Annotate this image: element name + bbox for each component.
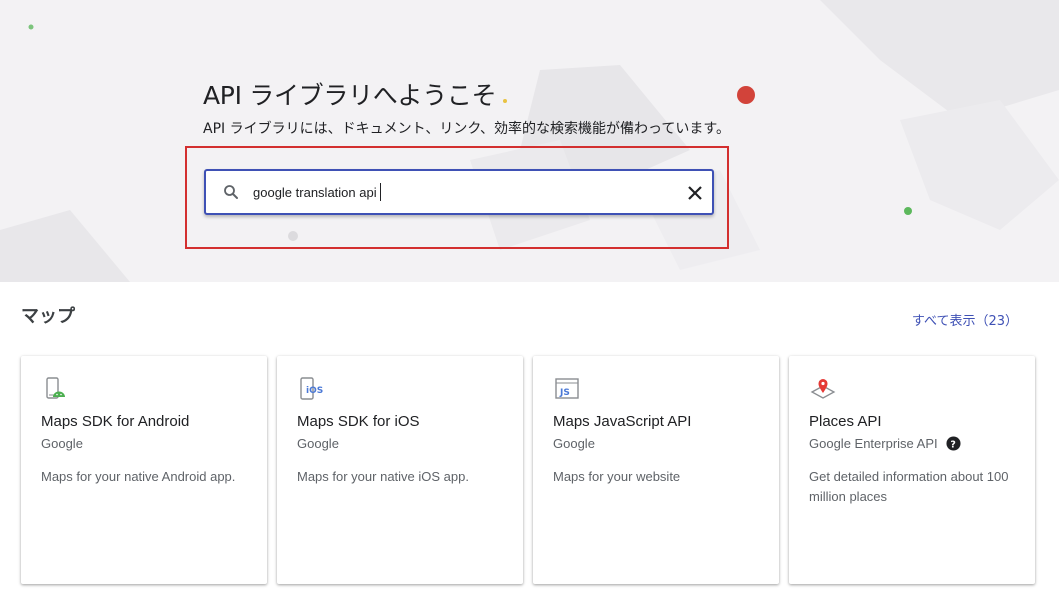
- android-map-icon: [46, 377, 65, 399]
- page-title: API ライブラリへようこそ: [203, 81, 497, 110]
- text-caret: [380, 183, 381, 201]
- card-vendor-label: Google Enterprise API: [809, 436, 938, 451]
- card-vendor-label: Google: [41, 436, 83, 451]
- api-card[interactable]: JS Maps JavaScript API Google Maps for y…: [533, 356, 779, 584]
- card-vendor: Google: [553, 436, 595, 451]
- close-icon[interactable]: [687, 185, 703, 201]
- svg-text:iOS: iOS: [306, 386, 323, 396]
- javascript-icon: JS: [555, 378, 579, 399]
- section-title: マップ: [21, 306, 75, 327]
- card-description: Maps for your website: [553, 469, 681, 484]
- card-description: Get detailed information about 100 milli…: [809, 469, 1009, 504]
- card-title: Maps SDK for iOS: [297, 413, 420, 430]
- map-pin-icon: [810, 379, 836, 399]
- card-vendor: Google: [297, 436, 339, 451]
- svg-text:JS: JS: [559, 388, 570, 398]
- card-title: Maps SDK for Android: [41, 413, 190, 430]
- api-card[interactable]: Maps SDK for Android Google Maps for you…: [21, 356, 267, 584]
- api-card[interactable]: Places API Google Enterprise API ? Get d…: [789, 356, 1035, 584]
- card-description: Maps for your native Android app.: [41, 469, 236, 484]
- svg-text:?: ?: [950, 439, 955, 450]
- ios-icon: iOS: [300, 377, 323, 400]
- card-title: Maps JavaScript API: [553, 413, 692, 430]
- search-box[interactable]: [204, 169, 714, 215]
- card-description: Maps for your native iOS app.: [297, 469, 469, 484]
- card-vendor-label: Google: [553, 436, 595, 451]
- card-vendor: Google: [41, 436, 83, 451]
- card-vendor: Google Enterprise API ?: [809, 436, 961, 451]
- search-icon: [224, 185, 238, 199]
- page-subtitle: API ライブラリには、ドキュメント、リンク、効率的な検索機能が備わっています。: [203, 121, 730, 137]
- api-card[interactable]: iOS Maps SDK for iOS Google Maps for you…: [277, 356, 523, 584]
- card-vendor-label: Google: [297, 436, 339, 451]
- show-all-link[interactable]: すべて表示（23）: [912, 310, 1018, 329]
- help-icon[interactable]: ?: [946, 436, 961, 451]
- search-input[interactable]: [253, 181, 663, 203]
- card-title: Places API: [809, 413, 882, 430]
